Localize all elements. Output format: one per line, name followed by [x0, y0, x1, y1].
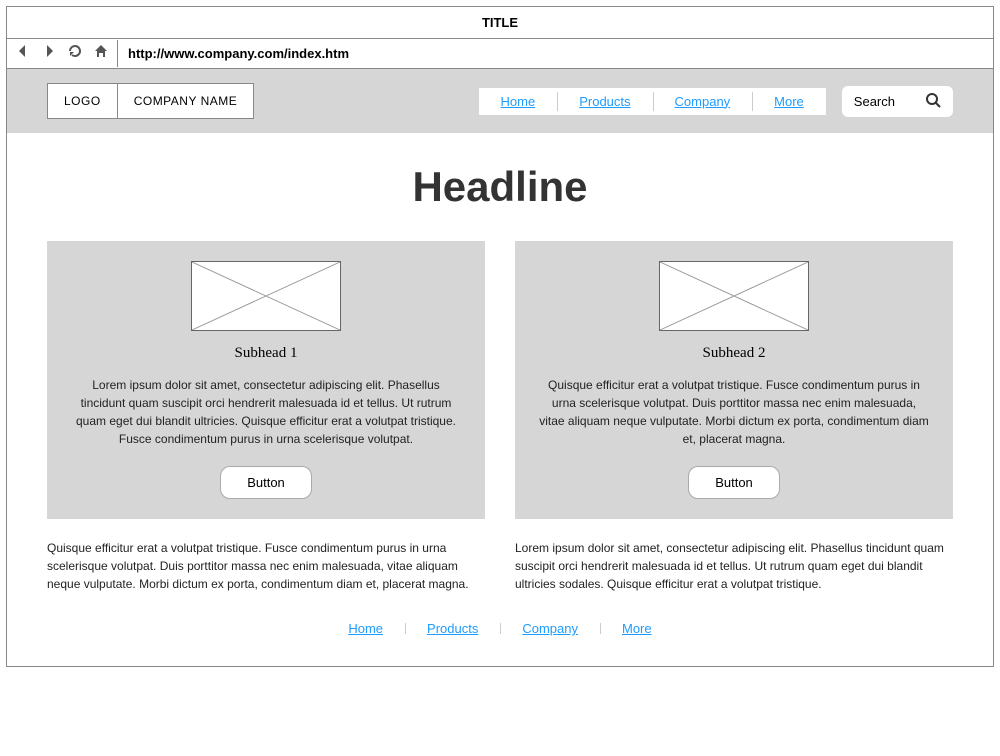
- search-icon[interactable]: [925, 92, 941, 111]
- nav-products[interactable]: Products: [557, 88, 652, 115]
- search-input[interactable]: Search: [842, 86, 953, 117]
- company-name: COMPANY NAME: [117, 84, 254, 118]
- image-placeholder-icon: [191, 261, 341, 331]
- window-title: TITLE: [7, 7, 993, 39]
- nav-home[interactable]: Home: [479, 88, 558, 115]
- nav-more[interactable]: More: [752, 88, 826, 115]
- card-2: Subhead 2 Quisque efficitur erat a volut…: [515, 241, 953, 519]
- primary-nav: Home Products Company More: [479, 88, 826, 115]
- page-headline: Headline: [47, 163, 953, 211]
- footer-nav: Home Products Company More: [47, 621, 953, 636]
- home-icon[interactable]: [93, 43, 109, 64]
- logo[interactable]: LOGO: [48, 84, 117, 118]
- card-1-subhead: Subhead 1: [67, 345, 465, 362]
- browser-toolbar: http://www.company.com/index.htm: [7, 39, 993, 69]
- card-2-subhead: Subhead 2: [535, 345, 933, 362]
- search-placeholder: Search: [854, 94, 895, 109]
- footer-products[interactable]: Products: [405, 621, 500, 636]
- site-header: LOGO COMPANY NAME Home Products Company …: [7, 69, 993, 133]
- footer-more[interactable]: More: [600, 621, 674, 636]
- card-1: Subhead 1 Lorem ipsum dolor sit amet, co…: [47, 241, 485, 519]
- refresh-icon[interactable]: [67, 43, 83, 64]
- card-2-button[interactable]: Button: [688, 466, 780, 499]
- back-icon[interactable]: [15, 43, 31, 64]
- image-placeholder-icon: [659, 261, 809, 331]
- below-text-1: Quisque efficitur erat a volutpat tristi…: [47, 539, 485, 593]
- nav-company[interactable]: Company: [653, 88, 753, 115]
- below-text-2: Lorem ipsum dolor sit amet, consectetur …: [515, 539, 953, 593]
- url-bar[interactable]: http://www.company.com/index.htm: [117, 40, 993, 67]
- forward-icon[interactable]: [41, 43, 57, 64]
- card-2-body: Quisque efficitur erat a volutpat tristi…: [535, 376, 933, 448]
- card-1-button[interactable]: Button: [220, 466, 312, 499]
- card-1-body: Lorem ipsum dolor sit amet, consectetur …: [67, 376, 465, 448]
- footer-home[interactable]: Home: [326, 621, 405, 636]
- footer-company[interactable]: Company: [500, 621, 600, 636]
